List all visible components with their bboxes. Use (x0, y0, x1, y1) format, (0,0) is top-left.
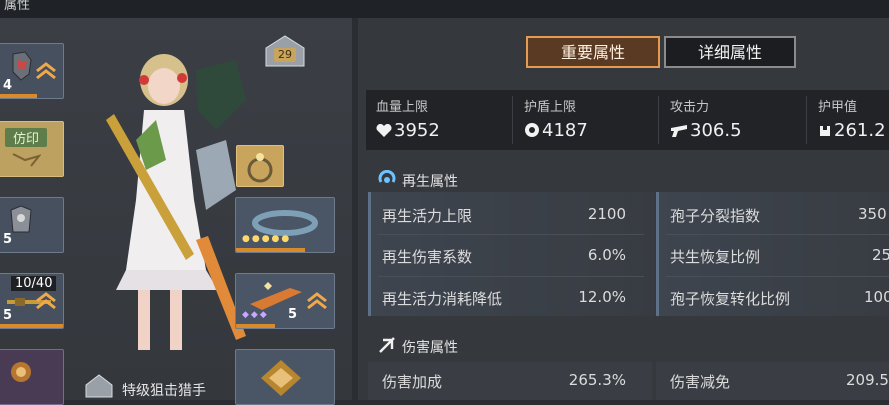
equip-slot-weapon[interactable]: 10/40 5 (0, 273, 64, 329)
stat-label: 血量上限 (376, 100, 429, 115)
upgrade-chevron-icon (36, 62, 56, 80)
equip-slot-accessory[interactable] (235, 349, 335, 405)
tab-detailed-attributes[interactable]: 详细属性 (664, 36, 796, 68)
slot-level: 5 (3, 308, 13, 323)
tab-important-attributes[interactable]: 重要属性 (526, 36, 660, 68)
stat-armor: 护甲值 261.2 (808, 90, 889, 150)
row-divider (666, 276, 889, 277)
class-rank-icon (85, 374, 113, 398)
attr-label: 共生恢复比例 (670, 248, 761, 266)
attr-label: 再生活力上限 (382, 207, 473, 225)
row-divider (378, 276, 644, 277)
slot-level: 5 (3, 232, 13, 247)
section-title-regen: 再生属性 (402, 174, 458, 190)
stat-value: 4187 (542, 120, 588, 141)
imprint-icon (12, 153, 41, 167)
divider (806, 96, 807, 144)
attr-value: 209.5 (846, 371, 889, 389)
row-divider (378, 234, 644, 235)
module-icon (11, 362, 31, 382)
slot-progress (236, 248, 305, 252)
slot-progress (0, 324, 63, 328)
ring-icon (247, 153, 273, 183)
attr-value: 350 (858, 205, 887, 223)
slot-level: 5 (288, 307, 298, 322)
shield-icon (525, 123, 539, 137)
equip-slot-imprint[interactable]: 仿印 (0, 121, 64, 177)
heart-icon (376, 123, 392, 137)
equip-slot-module[interactable] (0, 349, 64, 405)
slot-progress (236, 324, 276, 328)
attr-label: 孢子恢复转化比例 (670, 290, 791, 308)
attr-value: 12.0% (578, 288, 626, 306)
equip-slot-bracelet[interactable]: ●●●●● (235, 197, 335, 253)
stat-value: 261.2 (834, 120, 886, 141)
stat-hp: 血量上限 3952 (366, 90, 506, 150)
equip-slot-ring[interactable] (236, 145, 284, 187)
regen-icon (378, 170, 396, 183)
equip-slot-armor[interactable]: 5 (0, 197, 64, 253)
divider (658, 96, 659, 144)
attr-value: 25 (872, 246, 889, 264)
star-rating: ●●●●● (242, 234, 292, 244)
stat-label: 护甲值 (818, 100, 858, 115)
row-divider (666, 234, 889, 235)
star-rating: ◆◆◆ (242, 310, 269, 320)
attr-value: 100 (864, 288, 889, 306)
top-bar: 属性 (0, 0, 889, 18)
stat-shield: 护盾上限 4187 (514, 90, 654, 150)
stat-label: 攻击力 (670, 100, 710, 115)
attr-label: 伤害减免 (670, 373, 731, 391)
imprint-tag: 仿印 (5, 128, 48, 147)
equip-slot-melee[interactable]: ◆◆◆ 5 (235, 273, 335, 329)
class-name: 特级狙击猎手 (122, 383, 206, 399)
stat-value: 3952 (394, 120, 440, 141)
slot-level: 4 (3, 78, 13, 93)
page-title: 属性 (4, 0, 31, 13)
ammo-count: 10/40 (11, 276, 57, 291)
stat-label: 护盾上限 (524, 100, 577, 115)
attr-label: 伤害加成 (382, 373, 443, 391)
gun-icon (671, 125, 687, 137)
attr-label: 再生活力消耗降低 (382, 290, 503, 308)
upgrade-chevron-icon (36, 292, 56, 310)
slot-progress (0, 94, 37, 98)
accessory-icon (261, 360, 301, 396)
attr-value: 265.3% (568, 371, 626, 389)
divider (512, 96, 513, 144)
stat-attack: 攻击力 306.5 (660, 90, 800, 150)
section-title-damage: 伤害属性 (402, 340, 458, 356)
damage-icon (379, 337, 395, 353)
attr-value: 6.0% (587, 246, 626, 264)
attr-label: 孢子分裂指数 (670, 207, 761, 225)
attr-value: 2100 (587, 205, 626, 223)
equip-slot-helmet[interactable]: 4 (0, 43, 64, 99)
armor-icon (820, 126, 830, 136)
stat-value: 306.5 (690, 120, 742, 141)
upgrade-chevron-icon (307, 292, 327, 310)
attr-label: 再生伤害系数 (382, 248, 473, 266)
